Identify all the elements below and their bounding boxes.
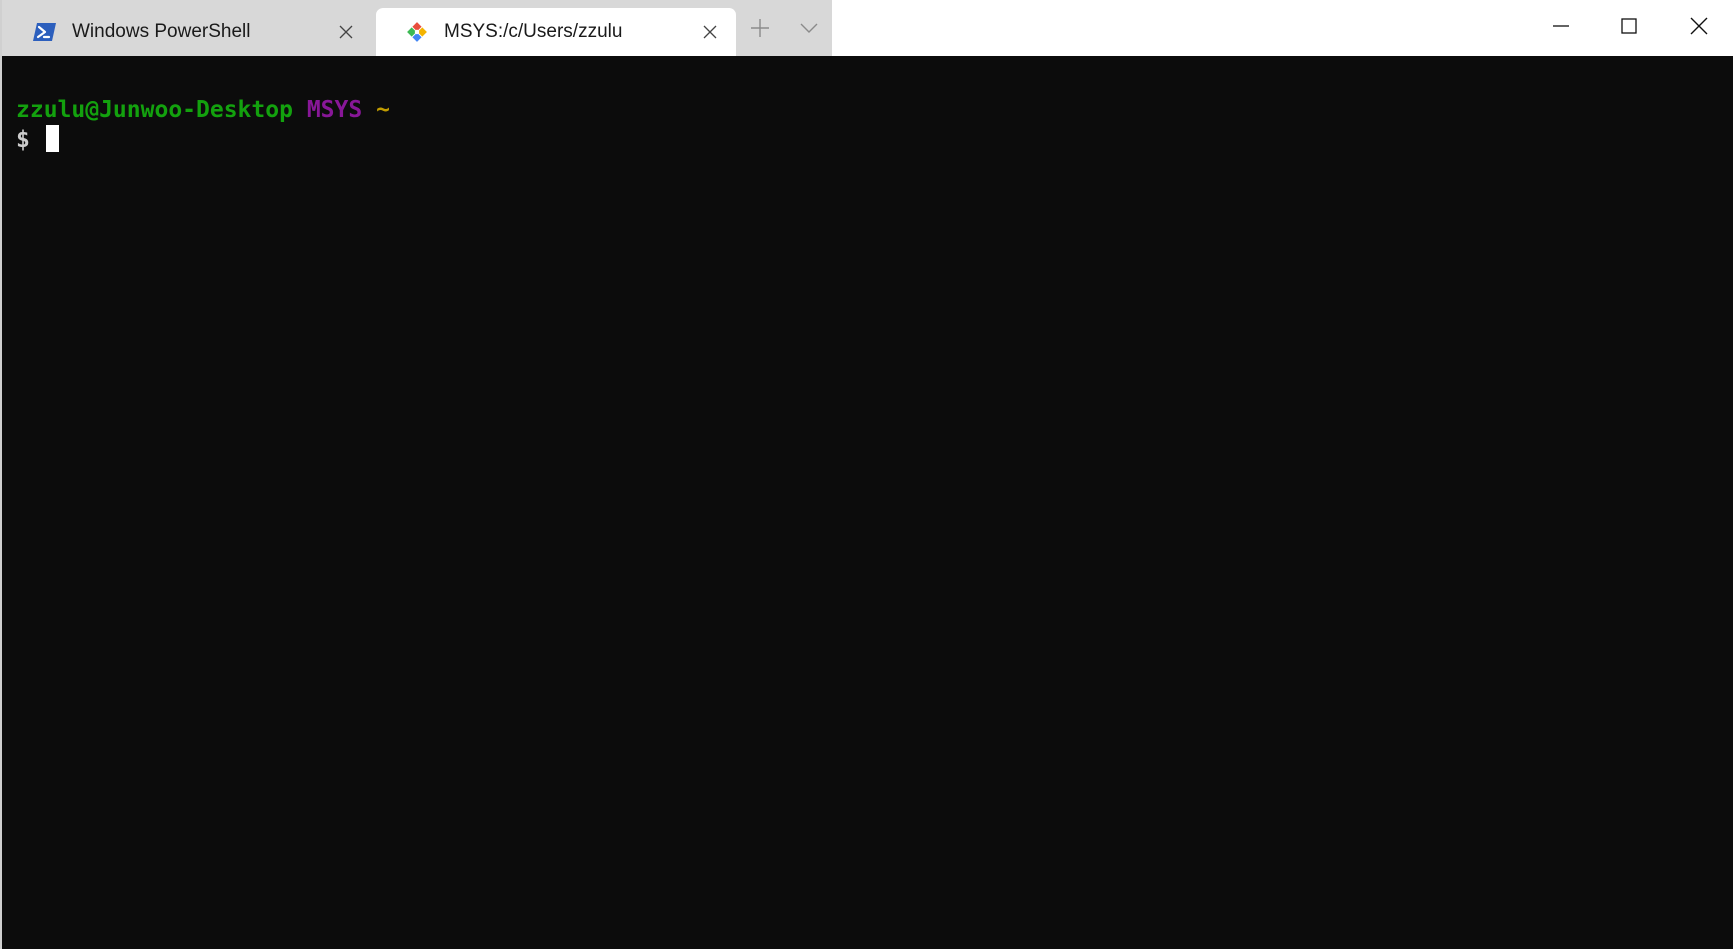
tab-msys[interactable]: MSYS:/c/Users/zzulu	[376, 8, 736, 56]
tab-windows-powershell[interactable]: Windows PowerShell	[4, 8, 372, 56]
current-path: ~	[376, 97, 390, 123]
profile-dropdown-button[interactable]	[793, 14, 825, 46]
tab-label: MSYS:/c/Users/zzulu	[444, 21, 623, 42]
close-window-button[interactable]	[1663, 0, 1733, 56]
new-tab-button[interactable]	[744, 14, 776, 46]
close-tab-icon[interactable]	[334, 20, 358, 44]
text-cursor	[45, 125, 59, 152]
maximize-icon	[1621, 18, 1637, 38]
prompt-symbol: $	[16, 127, 30, 153]
close-icon	[1690, 17, 1708, 39]
terminal-window: Windows PowerShell MSYS:/c/Users/zzulu z…	[0, 0, 1733, 949]
git-icon	[404, 19, 430, 45]
minimize-icon	[1553, 18, 1569, 38]
powershell-icon	[32, 19, 58, 45]
title-bar: Windows PowerShell MSYS:/c/Users/zzulu	[2, 0, 1733, 56]
plus-icon	[750, 18, 770, 42]
tab-label: Windows PowerShell	[72, 21, 251, 42]
environment-name: MSYS	[306, 97, 363, 123]
minimize-button[interactable]	[1527, 0, 1595, 56]
prompt-header-line: zzulu@Junwoo-Desktop MSYS ~	[16, 96, 390, 125]
title-bar-drag-area[interactable]	[832, 0, 1532, 56]
close-tab-icon[interactable]	[698, 20, 722, 44]
prompt-input-line[interactable]: $	[16, 125, 59, 155]
terminal-output[interactable]: zzulu@Junwoo-Desktop MSYS ~ $	[4, 56, 1733, 949]
chevron-down-icon	[799, 18, 819, 42]
maximize-button[interactable]	[1595, 0, 1663, 56]
user-host: zzulu@Junwoo-Desktop	[16, 97, 293, 123]
